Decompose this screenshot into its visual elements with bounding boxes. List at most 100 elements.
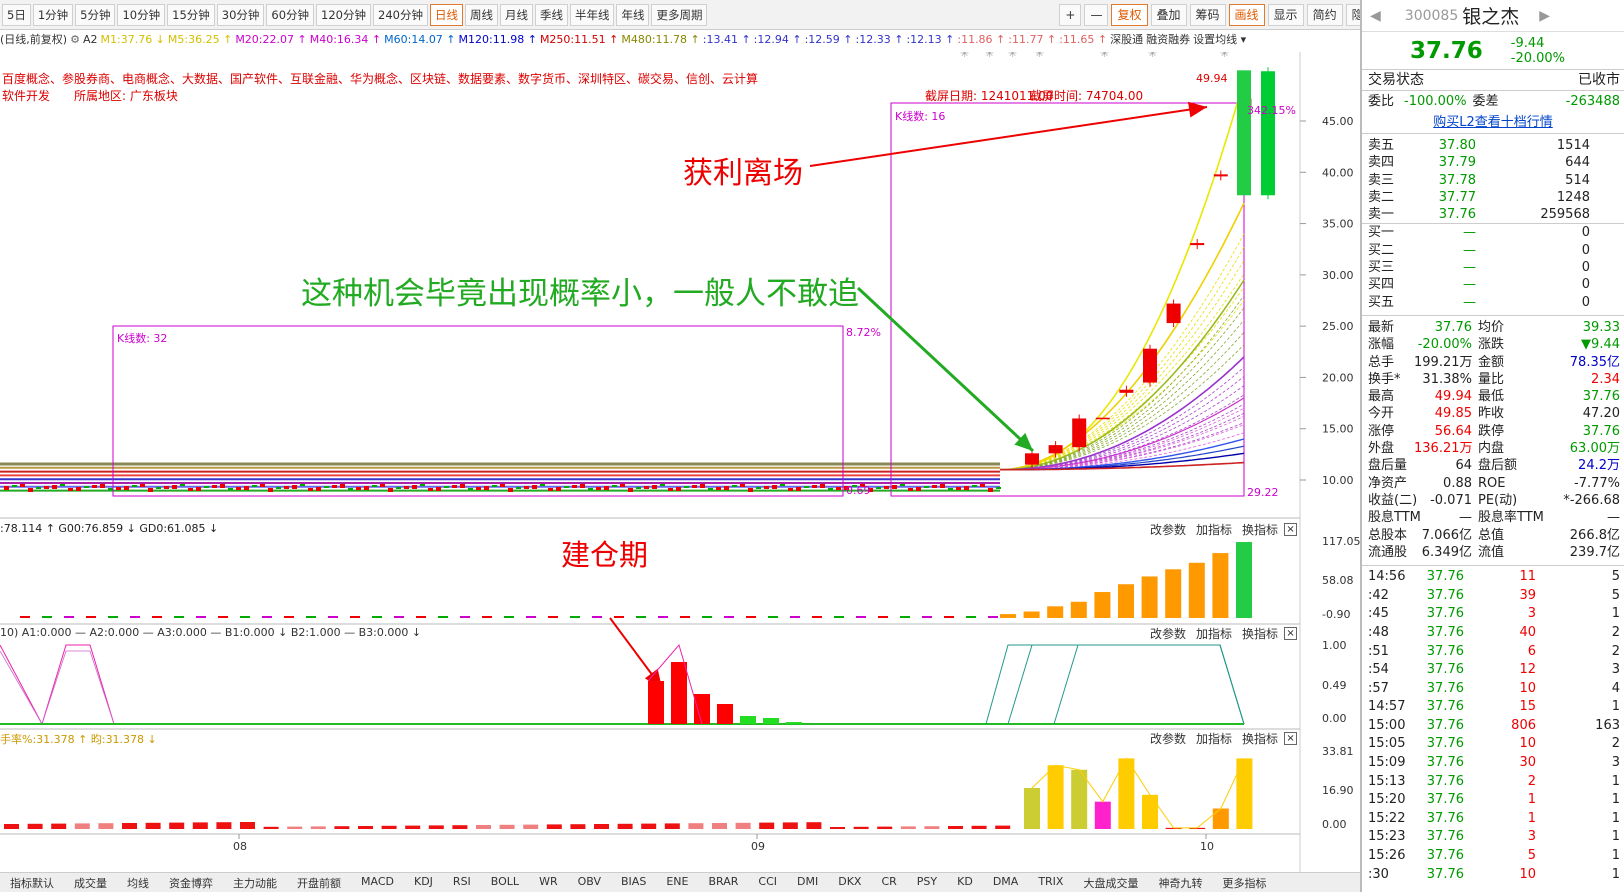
flat-candle: [260, 484, 265, 487]
toolbar-right-1[interactable]: —: [1084, 3, 1109, 26]
period-tab-13[interactable]: 半年线: [569, 3, 615, 26]
flat-candle: [828, 488, 833, 490]
indicator-tab-22[interactable]: TRIX: [1028, 873, 1073, 892]
volume-dash: [746, 616, 756, 618]
indicator-tab-24[interactable]: 神奇九转: [1148, 873, 1212, 892]
ma-green-dash: [1000, 319, 1245, 471]
toolbar-right-4[interactable]: 筹码: [1189, 3, 1226, 26]
indicator-tab-14[interactable]: BRAR: [698, 873, 748, 892]
toolbar-right-7[interactable]: 简约: [1306, 3, 1343, 26]
indicator-tab-17[interactable]: DKX: [828, 873, 871, 892]
panel2-add-indicator[interactable]: 加指标: [1196, 625, 1232, 642]
ma-legend-item: 融资融券: [1146, 33, 1191, 46]
flat-candle: [172, 485, 177, 489]
panel1-close-icon[interactable]: ×: [1284, 523, 1298, 536]
indicator-tab-0[interactable]: 指标默认: [0, 873, 64, 892]
toolbar-right-5[interactable]: 画线: [1228, 3, 1265, 26]
toolbar-right-2[interactable]: 复权: [1111, 3, 1148, 26]
build-bar: [786, 722, 802, 724]
toolbar-right-6[interactable]: 显示: [1267, 3, 1304, 26]
volume-dash: [900, 616, 910, 618]
chevron-left-icon[interactable]: ◀: [1370, 8, 1381, 24]
period-tab-12[interactable]: 季线: [534, 3, 568, 26]
volume-dash: [570, 616, 580, 618]
indicator-tab-10[interactable]: WR: [529, 873, 568, 892]
indicator-tab-2[interactable]: 均线: [117, 873, 159, 892]
tick-time: :42: [1368, 587, 1389, 603]
indicator-tab-7[interactable]: KDJ: [404, 873, 443, 892]
tick-count: 3: [1611, 662, 1620, 678]
indicator-tab-3[interactable]: 资金博弈: [159, 873, 223, 892]
l2-link[interactable]: 购买L2查看十档行情: [1362, 112, 1624, 134]
period-tab-10[interactable]: 周线: [464, 3, 498, 26]
period-tab-1[interactable]: 1分钟: [32, 3, 74, 26]
ask-volume: 644: [1565, 155, 1590, 171]
tick-price: 37.76: [1426, 699, 1464, 715]
indicator-tab-25[interactable]: 更多指标: [1212, 873, 1276, 892]
indicator-tab-15[interactable]: CCI: [748, 873, 787, 892]
period-tab-2[interactable]: 5分钟: [75, 3, 116, 26]
panel1-add-indicator[interactable]: 加指标: [1196, 521, 1232, 538]
flat-candle: [572, 485, 577, 488]
stats-table: 最新 37.76 均价 39.33 涨幅 -20.00% 涨跌 ▼9.44 总手 199.21万金…: [1362, 314, 1624, 561]
candle: [1119, 389, 1134, 393]
period-tab-15[interactable]: 更多周期: [651, 3, 708, 26]
candle-drop-day: [1237, 70, 1251, 196]
ask-price: 37.80: [1438, 138, 1476, 153]
indicator-tab-21[interactable]: DMA: [983, 873, 1029, 892]
indicator-tab-19[interactable]: PSY: [907, 873, 947, 892]
status-label: 交易状态: [1368, 72, 1424, 88]
period-tab-8[interactable]: 240分钟: [373, 3, 428, 26]
period-tab-5[interactable]: 30分钟: [216, 3, 265, 26]
indicator-tab-bar: 指标默认 成交量 均线 资金博弈 主力动能 开盘前额 MACD KDJ RSI BOLL WR OBV…: [0, 872, 1360, 892]
period-tab-3[interactable]: 10分钟: [117, 3, 166, 26]
flat-candle: [404, 486, 409, 489]
volume-dash: [702, 616, 712, 618]
period-tab-11[interactable]: 月线: [499, 3, 533, 26]
indicator-tab-12[interactable]: BIAS: [611, 873, 656, 892]
indicator-tab-8[interactable]: RSI: [443, 873, 481, 892]
build-bar: [740, 716, 756, 724]
flat-candle: [196, 487, 201, 491]
flat-candle: [516, 487, 521, 489]
stat-row: 涨幅 -20.00% 涨跌 ▼9.44: [1362, 336, 1624, 353]
chevron-right-icon[interactable]: ▶: [1539, 8, 1550, 24]
panel1-edit-params[interactable]: 改参数: [1150, 521, 1186, 538]
period-tab-14[interactable]: 年线: [616, 3, 650, 26]
bid-label: 买一: [1368, 225, 1395, 241]
period-tab-7[interactable]: 120分钟: [316, 3, 371, 26]
flat-candle: [564, 486, 569, 488]
panel3-add-indicator[interactable]: 加指标: [1196, 730, 1232, 747]
indicator-tab-9[interactable]: BOLL: [481, 873, 529, 892]
panel3-close-icon[interactable]: ×: [1284, 732, 1298, 745]
indicator-tab-13[interactable]: ENE: [656, 873, 698, 892]
toolbar-right-3[interactable]: 叠加: [1150, 3, 1187, 26]
period-tab-4[interactable]: 15分钟: [167, 3, 215, 26]
panel2-swap-indicator[interactable]: 换指标: [1242, 625, 1278, 642]
indicator-tab-20[interactable]: KD: [947, 873, 983, 892]
indicator-tab-18[interactable]: CR: [871, 873, 906, 892]
price-summary: 37.76 -9.44 -20.00%: [1362, 32, 1624, 70]
turnover-bar-flat: [594, 824, 609, 829]
kline-chart-area[interactable]: 45.00 40.00 35.00 30.00 25.00 20.00 15.00 10.00…: [0, 52, 1360, 872]
flat-candle: [44, 486, 49, 489]
indicator-tab-5[interactable]: 开盘前额: [287, 873, 351, 892]
indicator-tab-6[interactable]: MACD: [351, 873, 404, 892]
period-tab-6[interactable]: 60分钟: [266, 3, 315, 26]
toolbar-right-0[interactable]: +: [1059, 3, 1082, 26]
indicator-tab-1[interactable]: 成交量: [64, 873, 117, 892]
panel2-edit-params[interactable]: 改参数: [1150, 625, 1186, 642]
panel1-axis-label: -0.90: [1322, 608, 1350, 621]
indicator-tab-11[interactable]: OBV: [568, 873, 611, 892]
panel3-edit-params[interactable]: 改参数: [1150, 730, 1186, 747]
period-tab-0[interactable]: 5日: [2, 3, 31, 26]
indicator-tab-16[interactable]: DMI: [787, 873, 828, 892]
stat-value: —: [1459, 510, 1472, 526]
panel2-close-icon[interactable]: ×: [1284, 627, 1298, 640]
panel1-swap-indicator[interactable]: 换指标: [1242, 521, 1278, 538]
tick-count: 5: [1611, 569, 1620, 585]
indicator-tab-4[interactable]: 主力动能: [223, 873, 287, 892]
period-tab-9[interactable]: 日线: [429, 3, 463, 26]
indicator-tab-23[interactable]: 大盘成交量: [1073, 873, 1148, 892]
panel3-swap-indicator[interactable]: 换指标: [1242, 730, 1278, 747]
